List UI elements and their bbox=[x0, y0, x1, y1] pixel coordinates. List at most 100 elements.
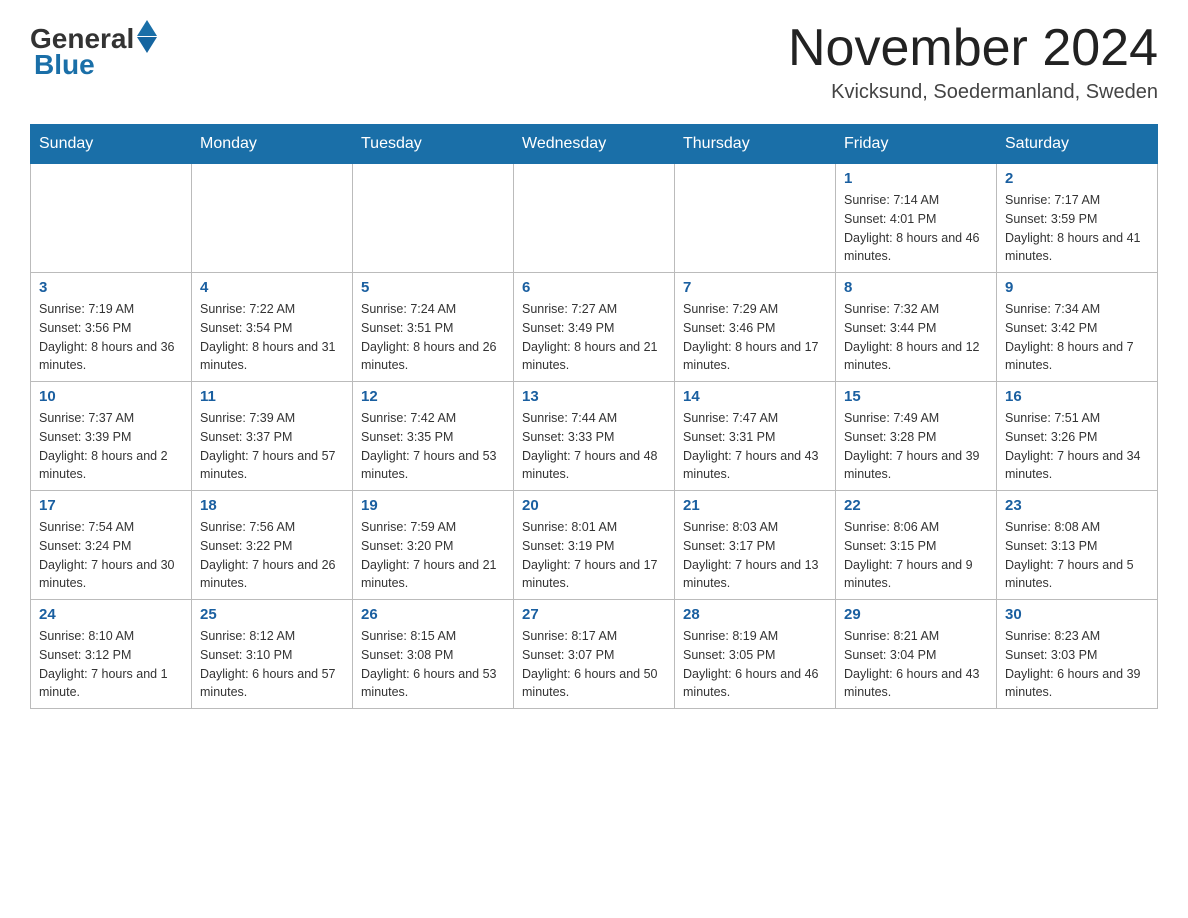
day-number: 6 bbox=[522, 279, 666, 296]
day-number: 24 bbox=[39, 606, 183, 623]
day-number: 18 bbox=[200, 497, 344, 514]
calendar-cell: 13Sunrise: 7:44 AMSunset: 3:33 PMDayligh… bbox=[514, 382, 675, 491]
calendar-cell: 2Sunrise: 7:17 AMSunset: 3:59 PMDaylight… bbox=[997, 164, 1158, 273]
day-number: 9 bbox=[1005, 279, 1149, 296]
week-row-4: 17Sunrise: 7:54 AMSunset: 3:24 PMDayligh… bbox=[31, 491, 1158, 600]
calendar-cell: 23 Sunrise: 8:08 AMSunset: 3:13 PMDayligh… bbox=[997, 491, 1158, 600]
calendar-cell: 24 Sunrise: 8:10 AMSunset: 3:12 PMDayligh… bbox=[31, 600, 192, 709]
day-info: Sunrise: 7:29 AMSunset: 3:46 PMDaylight:… bbox=[683, 300, 827, 375]
calendar-cell: 12 Sunrise: 7:42 AMSunset: 3:35 PMDayligh… bbox=[353, 382, 514, 491]
day-number: 11 bbox=[200, 388, 344, 405]
calendar-header-row: Sunday Monday Tuesday Wednesday Thursday… bbox=[31, 125, 1158, 164]
calendar-cell: 26Sunrise: 8:15 AMSunset: 3:08 PMDayligh… bbox=[353, 600, 514, 709]
day-info: Sunrise: 7:59 AMSunset: 3:20 PMDaylight:… bbox=[361, 518, 505, 593]
day-number: 20 bbox=[522, 497, 666, 514]
day-info: Sunrise: 8:23 AMSunset: 3:03 PMDaylight:… bbox=[1005, 627, 1149, 702]
day-number: 21 bbox=[683, 497, 827, 514]
calendar-cell: 6 Sunrise: 7:27 AMSunset: 3:49 PMDaylight… bbox=[514, 273, 675, 382]
day-info: Sunrise: 8:10 AMSunset: 3:12 PMDaylight:… bbox=[39, 627, 183, 702]
page-header: General Blue November 2024 Kvicksund, So… bbox=[30, 20, 1158, 104]
day-info: Sunrise: 8:17 AMSunset: 3:07 PMDaylight:… bbox=[522, 627, 666, 702]
day-number: 29 bbox=[844, 606, 988, 623]
day-info: Sunrise: 7:32 AMSunset: 3:44 PMDaylight:… bbox=[844, 300, 988, 375]
day-info: Sunrise: 7:24 AMSunset: 3:51 PMDaylight:… bbox=[361, 300, 505, 375]
logo-triangle-up-icon bbox=[137, 20, 157, 36]
day-info: Sunrise: 7:27 AMSunset: 3:49 PMDaylight:… bbox=[522, 300, 666, 375]
calendar-cell bbox=[353, 164, 514, 273]
day-number: 15 bbox=[844, 388, 988, 405]
calendar-cell: 1Sunrise: 7:14 AMSunset: 4:01 PMDaylight… bbox=[836, 164, 997, 273]
day-info: Sunrise: 7:51 AMSunset: 3:26 PMDaylight:… bbox=[1005, 409, 1149, 484]
calendar-cell: 17Sunrise: 7:54 AMSunset: 3:24 PMDayligh… bbox=[31, 491, 192, 600]
calendar-cell: 19 Sunrise: 7:59 AMSunset: 3:20 PMDayligh… bbox=[353, 491, 514, 600]
day-number: 27 bbox=[522, 606, 666, 623]
calendar-cell: 15 Sunrise: 7:49 AMSunset: 3:28 PMDayligh… bbox=[836, 382, 997, 491]
day-number: 16 bbox=[1005, 388, 1149, 405]
week-row-5: 24 Sunrise: 8:10 AMSunset: 3:12 PMDayligh… bbox=[31, 600, 1158, 709]
calendar-cell: 10 Sunrise: 7:37 AMSunset: 3:39 PMDayligh… bbox=[31, 382, 192, 491]
calendar-cell: 5Sunrise: 7:24 AMSunset: 3:51 PMDaylight… bbox=[353, 273, 514, 382]
day-info: Sunrise: 7:47 AMSunset: 3:31 PMDaylight:… bbox=[683, 409, 827, 484]
day-number: 8 bbox=[844, 279, 988, 296]
calendar-cell: 27 Sunrise: 8:17 AMSunset: 3:07 PMDayligh… bbox=[514, 600, 675, 709]
logo-blue-text: Blue bbox=[34, 51, 95, 79]
calendar-cell: 20Sunrise: 8:01 AMSunset: 3:19 PMDayligh… bbox=[514, 491, 675, 600]
day-number: 23 bbox=[1005, 497, 1149, 514]
calendar-cell: 8 Sunrise: 7:32 AMSunset: 3:44 PMDaylight… bbox=[836, 273, 997, 382]
col-header-sunday: Sunday bbox=[31, 125, 192, 164]
day-info: Sunrise: 8:06 AMSunset: 3:15 PMDaylight:… bbox=[844, 518, 988, 593]
calendar-cell: 16 Sunrise: 7:51 AMSunset: 3:26 PMDayligh… bbox=[997, 382, 1158, 491]
calendar-cell: 18 Sunrise: 7:56 AMSunset: 3:22 PMDayligh… bbox=[192, 491, 353, 600]
day-info: Sunrise: 7:22 AMSunset: 3:54 PMDaylight:… bbox=[200, 300, 344, 375]
day-info: Sunrise: 8:08 AMSunset: 3:13 PMDaylight:… bbox=[1005, 518, 1149, 593]
calendar-cell: 21 Sunrise: 8:03 AMSunset: 3:17 PMDayligh… bbox=[675, 491, 836, 600]
day-number: 13 bbox=[522, 388, 666, 405]
day-info: Sunrise: 7:19 AMSunset: 3:56 PMDaylight:… bbox=[39, 300, 183, 375]
day-info: Sunrise: 8:15 AMSunset: 3:08 PMDaylight:… bbox=[361, 627, 505, 702]
col-header-friday: Friday bbox=[836, 125, 997, 164]
day-number: 12 bbox=[361, 388, 505, 405]
title-section: November 2024 Kvicksund, Soedermanland, … bbox=[788, 20, 1158, 104]
day-info: Sunrise: 7:39 AMSunset: 3:37 PMDaylight:… bbox=[200, 409, 344, 484]
day-info: Sunrise: 7:17 AMSunset: 3:59 PMDaylight:… bbox=[1005, 191, 1149, 266]
col-header-monday: Monday bbox=[192, 125, 353, 164]
calendar-cell bbox=[31, 164, 192, 273]
day-info: Sunrise: 8:03 AMSunset: 3:17 PMDaylight:… bbox=[683, 518, 827, 593]
col-header-tuesday: Tuesday bbox=[353, 125, 514, 164]
calendar-cell: 22 Sunrise: 8:06 AMSunset: 3:15 PMDayligh… bbox=[836, 491, 997, 600]
col-header-thursday: Thursday bbox=[675, 125, 836, 164]
day-number: 22 bbox=[844, 497, 988, 514]
day-info: Sunrise: 7:34 AMSunset: 3:42 PMDaylight:… bbox=[1005, 300, 1149, 375]
month-title: November 2024 bbox=[788, 20, 1158, 77]
day-info: Sunrise: 7:56 AMSunset: 3:22 PMDaylight:… bbox=[200, 518, 344, 593]
calendar-cell: 11 Sunrise: 7:39 AMSunset: 3:37 PMDayligh… bbox=[192, 382, 353, 491]
calendar-table: Sunday Monday Tuesday Wednesday Thursday… bbox=[30, 124, 1158, 709]
day-number: 19 bbox=[361, 497, 505, 514]
day-info: Sunrise: 8:12 AMSunset: 3:10 PMDaylight:… bbox=[200, 627, 344, 702]
day-number: 25 bbox=[200, 606, 344, 623]
day-number: 14 bbox=[683, 388, 827, 405]
col-header-wednesday: Wednesday bbox=[514, 125, 675, 164]
day-info: Sunrise: 8:21 AMSunset: 3:04 PMDaylight:… bbox=[844, 627, 988, 702]
calendar-cell: 25 Sunrise: 8:12 AMSunset: 3:10 PMDayligh… bbox=[192, 600, 353, 709]
day-info: Sunrise: 7:54 AMSunset: 3:24 PMDaylight:… bbox=[39, 518, 183, 593]
week-row-1: 1Sunrise: 7:14 AMSunset: 4:01 PMDaylight… bbox=[31, 164, 1158, 273]
day-info: Sunrise: 8:19 AMSunset: 3:05 PMDaylight:… bbox=[683, 627, 827, 702]
day-info: Sunrise: 7:14 AMSunset: 4:01 PMDaylight:… bbox=[844, 191, 988, 266]
calendar-cell: 9 Sunrise: 7:34 AMSunset: 3:42 PMDaylight… bbox=[997, 273, 1158, 382]
logo: General Blue bbox=[30, 20, 157, 79]
day-info: Sunrise: 7:49 AMSunset: 3:28 PMDaylight:… bbox=[844, 409, 988, 484]
day-number: 3 bbox=[39, 279, 183, 296]
day-number: 10 bbox=[39, 388, 183, 405]
day-info: Sunrise: 7:37 AMSunset: 3:39 PMDaylight:… bbox=[39, 409, 183, 484]
day-number: 28 bbox=[683, 606, 827, 623]
week-row-2: 3 Sunrise: 7:19 AMSunset: 3:56 PMDaylight… bbox=[31, 273, 1158, 382]
calendar-cell bbox=[675, 164, 836, 273]
calendar-cell: 28 Sunrise: 8:19 AMSunset: 3:05 PMDayligh… bbox=[675, 600, 836, 709]
calendar-cell bbox=[514, 164, 675, 273]
day-number: 30 bbox=[1005, 606, 1149, 623]
day-info: Sunrise: 7:42 AMSunset: 3:35 PMDaylight:… bbox=[361, 409, 505, 484]
calendar-cell: 7Sunrise: 7:29 AMSunset: 3:46 PMDaylight… bbox=[675, 273, 836, 382]
week-row-3: 10 Sunrise: 7:37 AMSunset: 3:39 PMDayligh… bbox=[31, 382, 1158, 491]
col-header-saturday: Saturday bbox=[997, 125, 1158, 164]
